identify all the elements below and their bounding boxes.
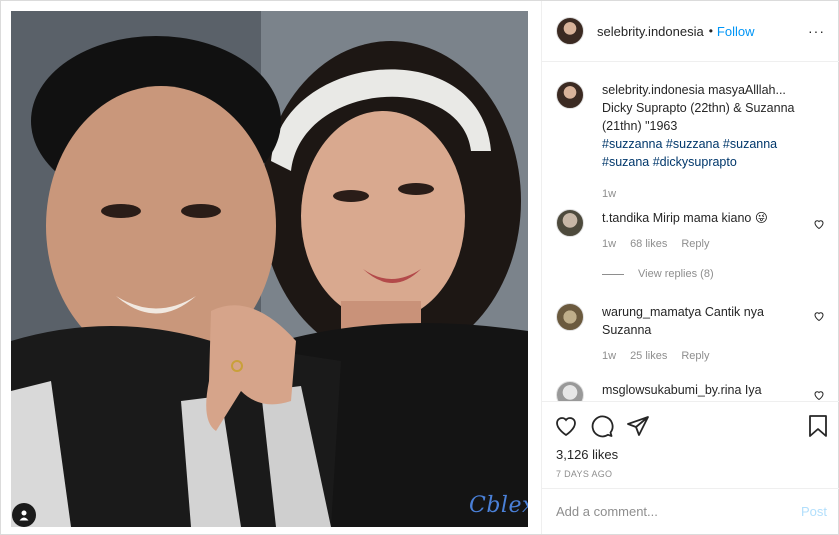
caption-avatar[interactable]: [556, 81, 584, 109]
comment-avatar[interactable]: [556, 209, 584, 237]
comment-like-heart-icon[interactable]: [813, 310, 825, 322]
comment-avatar[interactable]: [556, 303, 584, 331]
post-photo[interactable]: Cblex: [11, 11, 528, 527]
comment-item: msglowsukabumi_by.rina Iya: [556, 381, 826, 401]
comment-likes[interactable]: 68 likes: [630, 235, 667, 253]
view-replies-button[interactable]: View replies (8): [602, 268, 714, 280]
post-side-panel: selebrity.indonesia • Follow ··· selebri…: [541, 1, 839, 534]
comment-time: 1w: [602, 238, 617, 250]
bookmark-icon[interactable]: [807, 414, 829, 438]
comment-body: msglowsukabumi_by.rina Iya: [602, 381, 802, 401]
user-icon: [19, 510, 29, 521]
comment-likes[interactable]: 25 likes: [630, 347, 667, 365]
comment-icon[interactable]: [590, 414, 614, 438]
comments-list[interactable]: selebrity.indonesia masyaAlllah... Dicky…: [542, 63, 839, 401]
add-comment-bar: Post: [542, 488, 839, 534]
post-dialog: Cblex selebrity.indonesia • Follow ··· s…: [0, 0, 839, 535]
reply-button[interactable]: Reply: [681, 235, 709, 253]
caption-hashtags[interactable]: #suzzanna #suzzana #suzanna #suzana #dic…: [602, 137, 777, 169]
caption-username[interactable]: selebrity.indonesia: [602, 83, 705, 97]
post-comment-button[interactable]: Post: [801, 504, 827, 519]
post-header: selebrity.indonesia • Follow ···: [542, 1, 839, 62]
comment-item: t.tandika Mirip mama kiano 😜 1w 68 likes…: [556, 209, 826, 253]
more-options-button[interactable]: ···: [808, 23, 825, 39]
post-date: 7 DAYS AGO: [556, 469, 613, 479]
caption-time: 1w: [602, 188, 617, 200]
comment-body: warung_mamatya Cantik nya Suzanna 1w 25 …: [602, 303, 802, 365]
comment-body: t.tandika Mirip mama kiano 😜 1w 68 likes…: [602, 209, 802, 253]
author-username[interactable]: selebrity.indonesia: [597, 24, 704, 39]
caption: selebrity.indonesia masyaAlllah... Dicky…: [556, 81, 826, 203]
view-replies-label[interactable]: View replies (8): [638, 268, 714, 280]
comment-like-heart-icon[interactable]: [813, 218, 825, 230]
caption-meta: 1w: [602, 185, 812, 203]
reply-button[interactable]: Reply: [681, 347, 709, 365]
comment-meta: 1w 25 likes Reply: [602, 347, 802, 365]
share-icon[interactable]: [626, 414, 650, 438]
comment-avatar[interactable]: [556, 381, 584, 401]
photo-watermark: Cblex: [469, 493, 528, 518]
author-avatar[interactable]: [556, 17, 584, 45]
separator-dot: •: [708, 24, 713, 38]
tagged-users-button[interactable]: [12, 503, 36, 527]
caption-body: selebrity.indonesia masyaAlllah... Dicky…: [602, 81, 812, 203]
action-icons: [554, 414, 650, 438]
view-replies-line: [602, 273, 624, 275]
comment-username[interactable]: warung_mamatya: [602, 305, 701, 319]
post-actions: 3,126 likes 7 DAYS AGO: [542, 401, 839, 488]
post-photo-illustration: [11, 11, 528, 527]
comment-like-heart-icon[interactable]: [813, 389, 825, 401]
photo-pane: Cblex: [1, 1, 541, 534]
comment-username[interactable]: t.tandika: [602, 211, 649, 225]
comment-meta: 1w 68 likes Reply: [602, 235, 802, 253]
comment-username[interactable]: msglowsukabumi_by.rina: [602, 383, 741, 397]
comment-time: 1w: [602, 350, 617, 362]
comment-text: Iya: [744, 383, 762, 397]
comment-input[interactable]: [556, 504, 801, 519]
likes-count[interactable]: 3,126 likes: [556, 447, 618, 462]
comment-item: warung_mamatya Cantik nya Suzanna 1w 25 …: [556, 303, 826, 365]
heart-icon[interactable]: [554, 414, 578, 438]
comment-text: Mirip mama kiano 😜: [652, 211, 768, 225]
follow-button[interactable]: Follow: [717, 24, 755, 39]
